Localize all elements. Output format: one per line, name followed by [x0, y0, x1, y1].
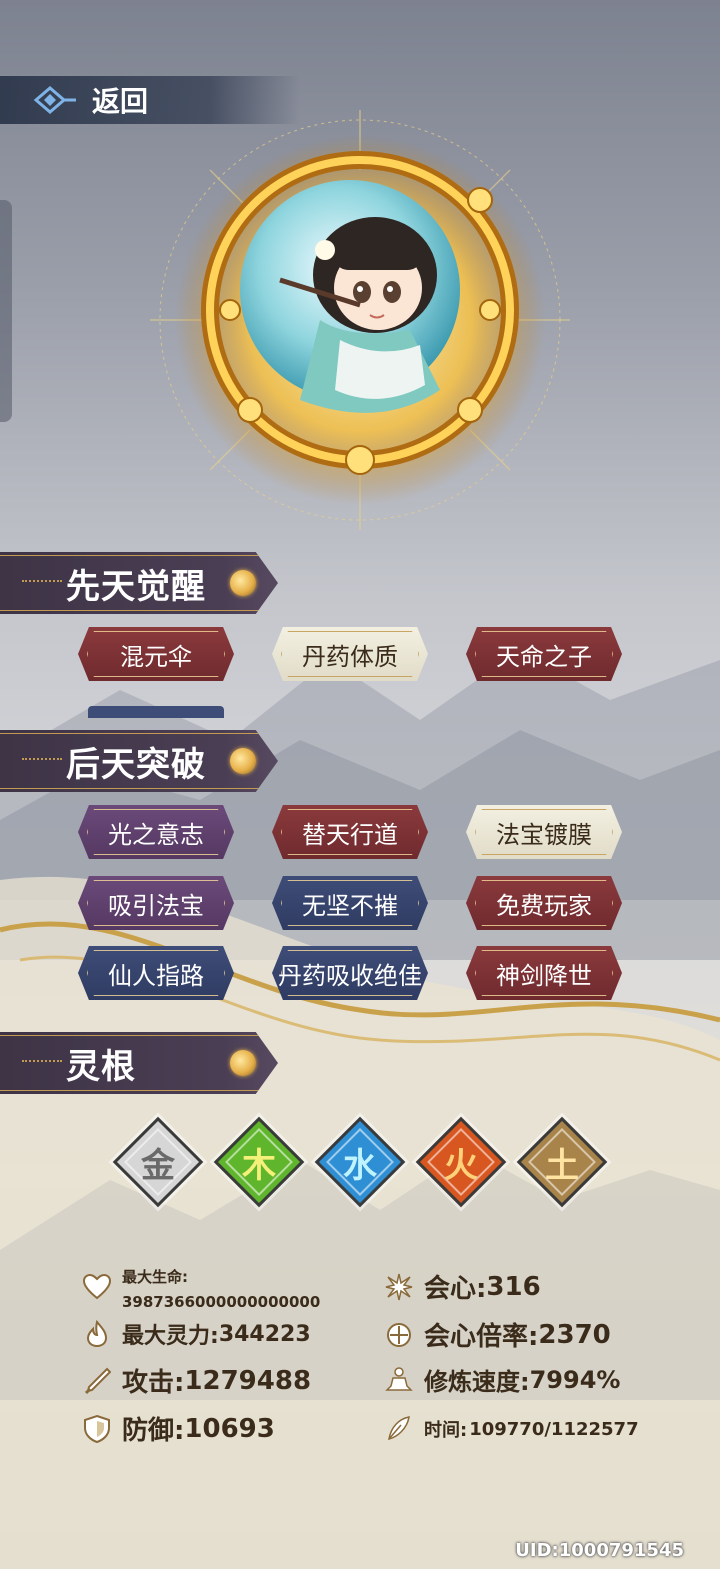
- section-title: 灵根: [66, 1046, 136, 1087]
- spirit-root-fire[interactable]: 火: [415, 1116, 507, 1208]
- stat-label: 防御:: [122, 1416, 185, 1446]
- heart-icon: [82, 1272, 112, 1302]
- stat-value: 1279488: [184, 1365, 312, 1396]
- talent-tag[interactable]: 光之意志: [78, 805, 234, 859]
- talent-tag-label: 免费玩家: [496, 891, 592, 920]
- sword-icon: [82, 1366, 112, 1396]
- target-icon: [384, 1320, 414, 1350]
- stat-value: 109770/1122577: [469, 1418, 639, 1440]
- talent-tag-label: 丹药体质: [302, 642, 398, 671]
- talent-tag-label: 法宝镀膜: [496, 820, 592, 849]
- user-id: UID:1000791545: [515, 1540, 684, 1561]
- talent-tag[interactable]: 混元伞: [78, 627, 234, 681]
- talent-tag-label: 混元伞: [120, 642, 192, 671]
- talent-tag-label: 神剑降世: [496, 961, 592, 990]
- character-portrait[interactable]: [150, 110, 570, 530]
- talent-tag-label: 仙人指路: [108, 961, 204, 990]
- orb-icon: [230, 748, 256, 774]
- stat-crit-multiplier: 会心倍率: 2370: [384, 1316, 611, 1353]
- talent-tag-label: 无坚不摧: [302, 891, 398, 920]
- section-header-innate: 先天觉醒: [0, 552, 278, 614]
- stat-time: 时间: 109770/1122577: [384, 1414, 639, 1444]
- element-glyph: 土: [545, 1145, 579, 1186]
- talent-tag[interactable]: 神剑降世: [466, 946, 622, 1000]
- spirit-root-water[interactable]: 水: [314, 1116, 406, 1208]
- header-dots-ornament: [22, 580, 62, 584]
- talent-tag[interactable]: 吸引法宝: [78, 876, 234, 930]
- stat-label: 修炼速度:: [424, 1368, 530, 1396]
- talent-tag[interactable]: 仙人指路: [78, 946, 234, 1000]
- stat-label: 会心倍率:: [424, 1322, 539, 1352]
- stat-cultivation-speed: 修炼速度: 7994%: [384, 1362, 620, 1397]
- talent-tag[interactable]: 无坚不摧: [272, 876, 428, 930]
- stat-value: 7994%: [529, 1365, 621, 1394]
- element-glyph: 金: [141, 1145, 175, 1186]
- element-glyph: 水: [343, 1145, 377, 1186]
- section-header-spirit-roots: 灵根: [0, 1032, 278, 1094]
- shield-icon: [82, 1414, 112, 1444]
- talent-tag[interactable]: 法宝镀膜: [466, 805, 622, 859]
- talent-tag-label: 吸引法宝: [108, 891, 204, 920]
- meditation-icon: [384, 1365, 414, 1395]
- portrait-frame-icon: [150, 110, 570, 530]
- stat-defense: 防御: 10693: [82, 1410, 275, 1447]
- stat-value: 2370: [538, 1319, 611, 1350]
- stat-label: 最大灵力:: [122, 1324, 219, 1349]
- talent-tag[interactable]: 天命之子: [466, 627, 622, 681]
- talent-tag-label: 替天行道: [302, 820, 398, 849]
- stat-max-mp: 最大灵力: 344223: [82, 1318, 311, 1350]
- section-title: 后天突破: [66, 744, 206, 785]
- talent-tag[interactable]: 免费玩家: [466, 876, 622, 930]
- burst-icon: [384, 1272, 414, 1302]
- header-dots-ornament: [22, 1060, 62, 1064]
- stat-label: 时间:: [424, 1420, 468, 1441]
- stat-value: 3987366000000000000: [122, 1293, 321, 1311]
- stat-attack: 攻击: 1279488: [82, 1362, 311, 1399]
- hidden-tag-edge: [88, 706, 224, 718]
- stat-value: 344223: [218, 1321, 311, 1347]
- back-arrow-icon: [33, 86, 76, 114]
- stat-max-hp: 最大生命: 3987366000000000000: [82, 1266, 320, 1311]
- section-title: 先天觉醒: [66, 566, 206, 607]
- talent-tag-label: 天命之子: [496, 642, 592, 671]
- element-glyph: 火: [444, 1145, 478, 1186]
- stat-label: 会心:: [424, 1274, 487, 1304]
- spirit-root-earth[interactable]: 土: [516, 1116, 608, 1208]
- talent-tag[interactable]: 替天行道: [272, 805, 428, 859]
- talent-tag-label: 丹药吸收绝佳: [278, 961, 422, 990]
- orb-icon: [230, 570, 256, 596]
- talent-tag[interactable]: 丹药吸收绝佳: [272, 946, 428, 1000]
- talent-tag[interactable]: 丹药体质: [272, 627, 428, 681]
- stat-label: 最大生命:: [122, 1268, 188, 1286]
- flame-icon: [82, 1319, 112, 1349]
- header-dots-ornament: [22, 758, 62, 762]
- stat-crit: 会心: 316: [384, 1268, 541, 1305]
- spirit-root-metal[interactable]: 金: [112, 1116, 204, 1208]
- spirit-root-wood[interactable]: 木: [213, 1116, 305, 1208]
- section-header-acquired: 后天突破: [0, 730, 278, 792]
- back-label: 返回: [92, 85, 149, 118]
- orb-icon: [230, 1050, 256, 1076]
- stat-value: 10693: [184, 1413, 275, 1444]
- stat-value: 316: [486, 1271, 541, 1302]
- talent-tag-label: 光之意志: [108, 820, 204, 849]
- stat-label: 攻击:: [122, 1368, 185, 1398]
- side-drawer-handle[interactable]: [0, 200, 12, 422]
- element-glyph: 木: [242, 1145, 276, 1186]
- feather-icon: [384, 1414, 414, 1444]
